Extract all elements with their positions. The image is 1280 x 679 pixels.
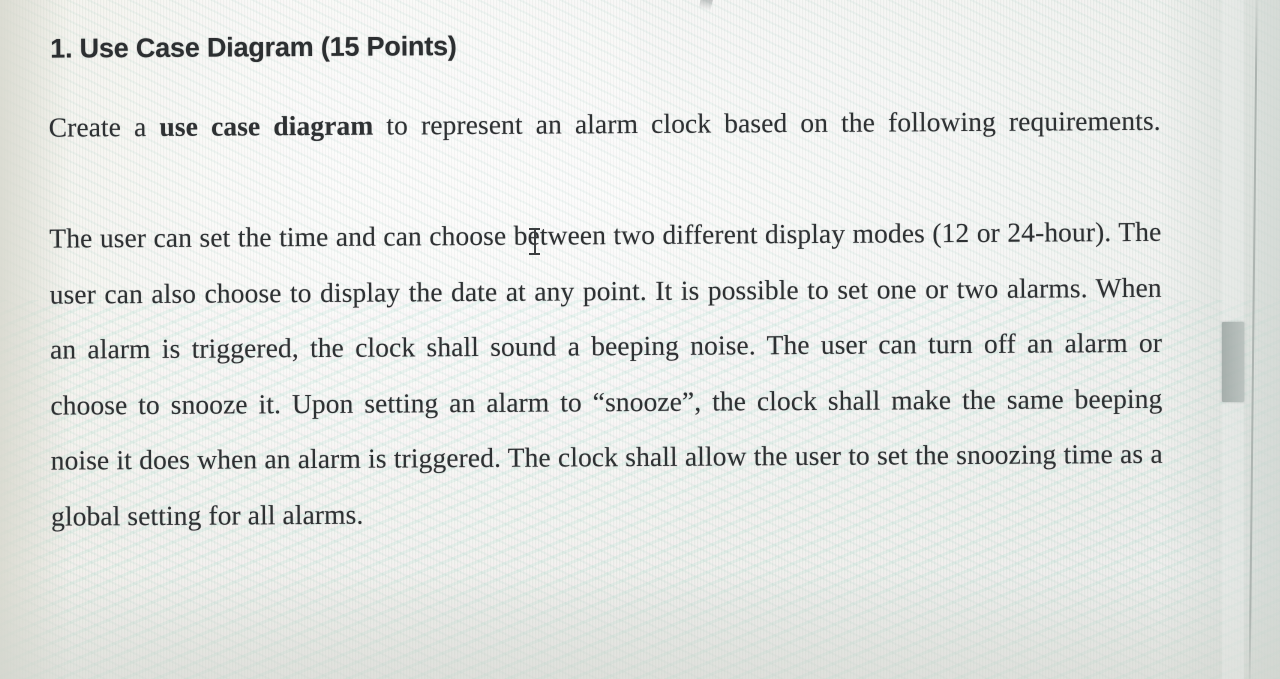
intro-text-before-bold: Create a: [48, 110, 160, 143]
intro-text-after-bold: to represent an alarm clock based on the…: [373, 104, 1161, 141]
screen-photo: 1. Use Case Diagram (15 Points) Create a…: [0, 0, 1280, 679]
vertical-scrollbar-thumb[interactable]: [1222, 322, 1244, 402]
paragraph-intro: Create a use case diagram to represent a…: [49, 93, 1162, 211]
page-title: 1. Use Case Diagram (15 Points): [50, 31, 457, 64]
document-body: Create a use case diagram to represent a…: [49, 93, 1164, 544]
paragraph-requirements: The user can set the time and can choose…: [49, 215, 1163, 532]
intro-text-bold: use case diagram: [159, 109, 374, 142]
document-page: 1. Use Case Diagram (15 Points) Create a…: [0, 0, 1280, 679]
